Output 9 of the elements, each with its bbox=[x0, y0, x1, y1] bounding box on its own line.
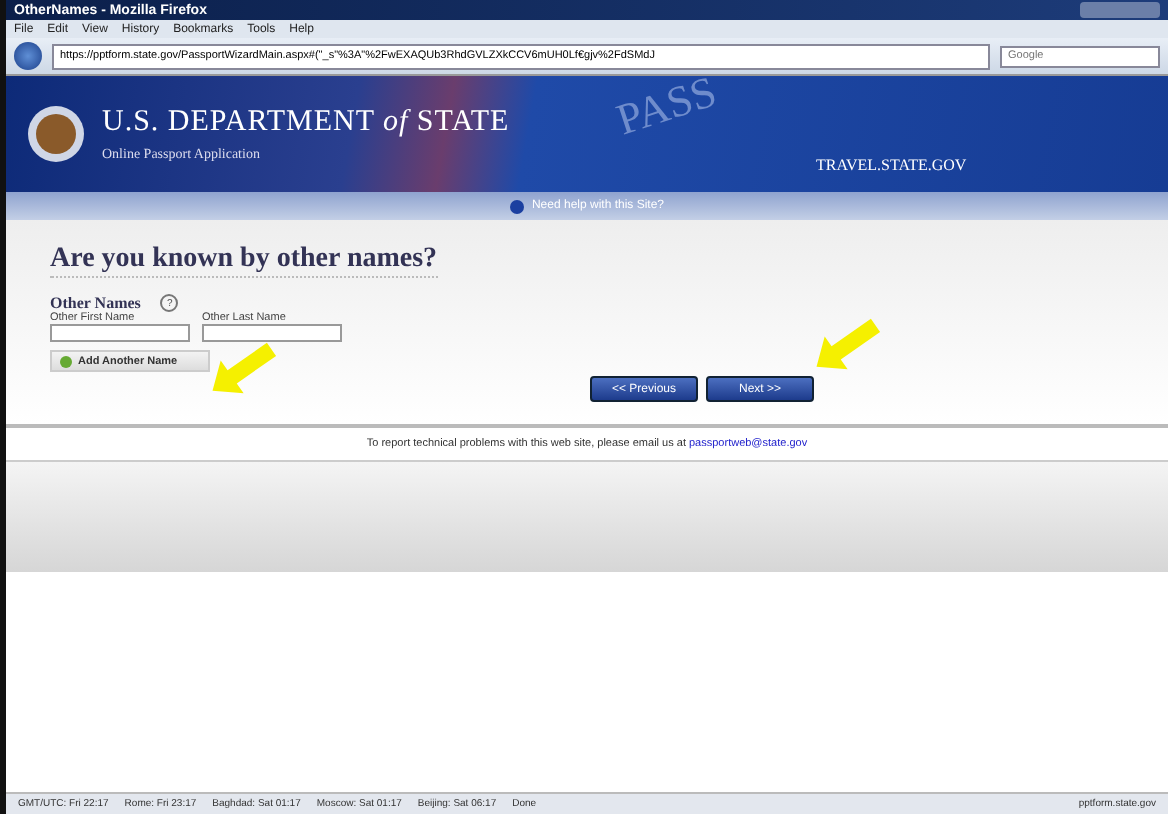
department-title: U.S. DEPARTMENT of STATE bbox=[102, 106, 510, 140]
seal-icon bbox=[26, 104, 86, 164]
site-name: TRAVEL.STATE.GOV bbox=[816, 156, 967, 174]
section-title: Other Names bbox=[50, 294, 141, 312]
page-heading: Are you known by other names? bbox=[50, 244, 438, 278]
input-field[interactable] bbox=[50, 324, 190, 342]
help-icon bbox=[509, 199, 524, 213]
watermark-text: PASS bbox=[610, 65, 723, 147]
input-field[interactable] bbox=[202, 324, 342, 342]
